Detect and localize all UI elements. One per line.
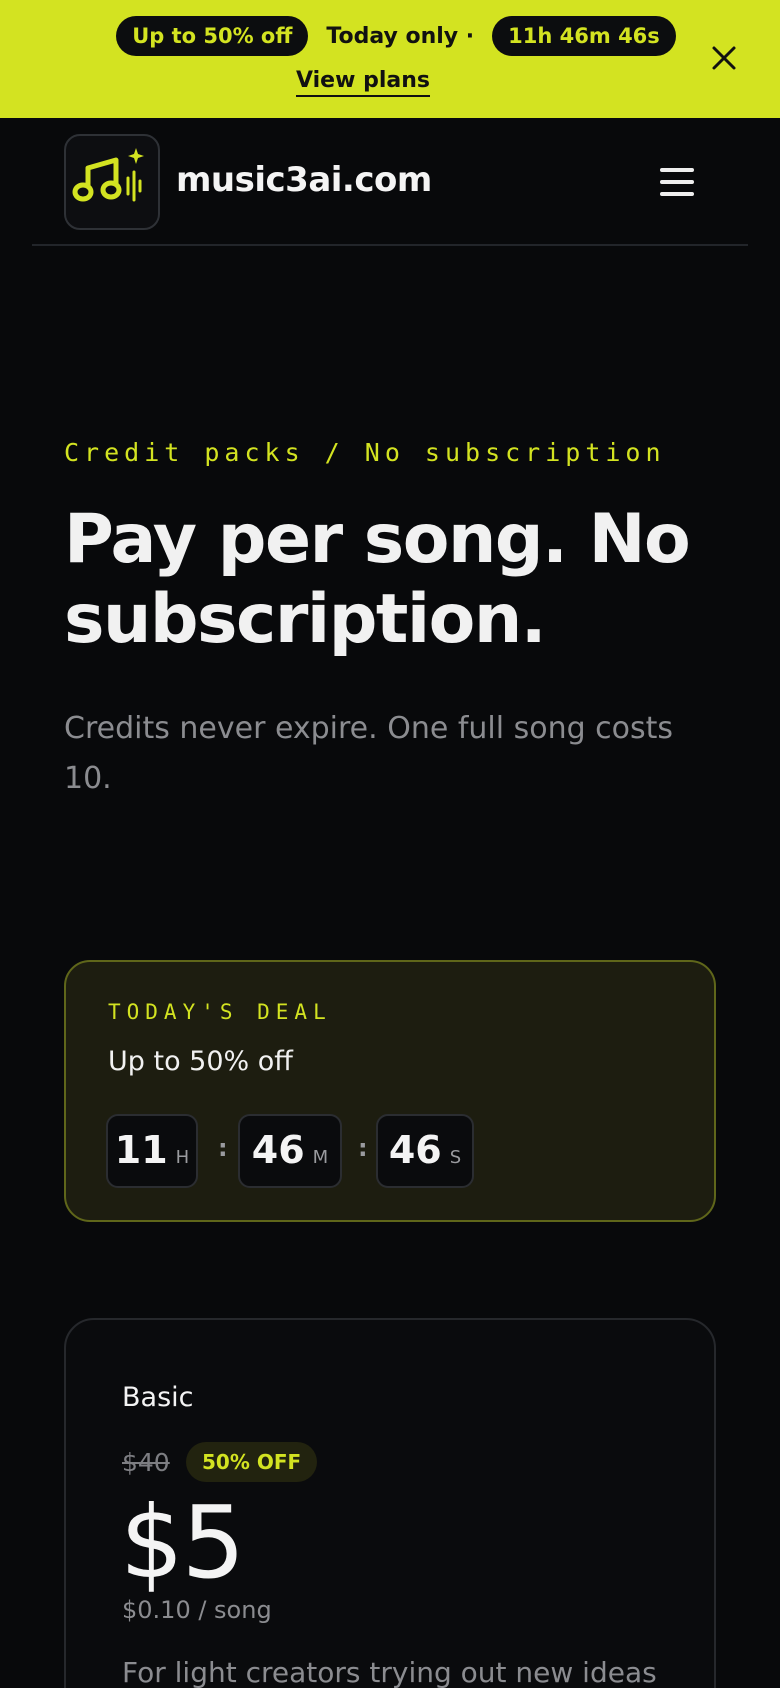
logo[interactable] (64, 134, 160, 230)
timer-minutes-value: 46 (251, 1128, 305, 1172)
plan-description: For light creators trying out new ideas (122, 1656, 657, 1688)
timer-hours-value: 11 (114, 1128, 168, 1172)
discount-badge: 50% OFF (186, 1442, 318, 1482)
plan-price-per-song: $0.10 / song (122, 1596, 272, 1624)
view-plans-link[interactable]: View plans (296, 68, 430, 97)
deal-title: Up to 50% off (108, 1046, 293, 1077)
hero-subtitle: Credits never expire. One full song cost… (64, 711, 674, 796)
timer-minutes: 46 M (238, 1114, 342, 1188)
promo-discount-pill: Up to 50% off (116, 16, 309, 56)
timer-separator: : (358, 1134, 368, 1162)
plan-card-basic[interactable]: Basic $40 50% OFF $5 $0.10 / song For li… (64, 1318, 716, 1688)
plan-old-price: $40 (122, 1448, 170, 1477)
menu-button[interactable] (660, 168, 694, 196)
brand-name[interactable]: music3ai.com (176, 160, 432, 200)
timer-seconds: 46 S (376, 1114, 474, 1188)
hero-eyebrow: Credit packs / No subscription (64, 438, 666, 467)
timer-hours: 11 H (106, 1114, 198, 1188)
plan-price: $5 (120, 1484, 245, 1601)
timer-hours-unit: H (175, 1147, 190, 1168)
close-banner-button[interactable] (708, 42, 740, 74)
promo-row: Up to 50% off Today only · 11h 46m 46s (0, 16, 720, 56)
timer-minutes-unit: M (312, 1147, 329, 1168)
timer-separator: : (218, 1134, 228, 1162)
plan-name: Basic (122, 1382, 194, 1413)
todays-deal-card: TODAY'S DEAL Up to 50% off 11 H : 46 M :… (64, 960, 716, 1222)
hamburger-icon (660, 168, 694, 196)
site-header: music3ai.com (32, 118, 748, 246)
page-title: Pay per song. No subscription. (64, 500, 691, 659)
close-icon (712, 46, 736, 70)
music-note-logo-icon (72, 148, 144, 202)
timer-seconds-unit: S (449, 1147, 462, 1168)
promo-countdown-pill: 11h 46m 46s (492, 16, 676, 56)
deal-eyebrow: TODAY'S DEAL (108, 1000, 332, 1024)
promo-today-label: Today only · (326, 23, 475, 49)
timer-seconds-value: 46 (388, 1128, 442, 1172)
promo-banner: Up to 50% off Today only · 11h 46m 46s V… (0, 0, 780, 118)
